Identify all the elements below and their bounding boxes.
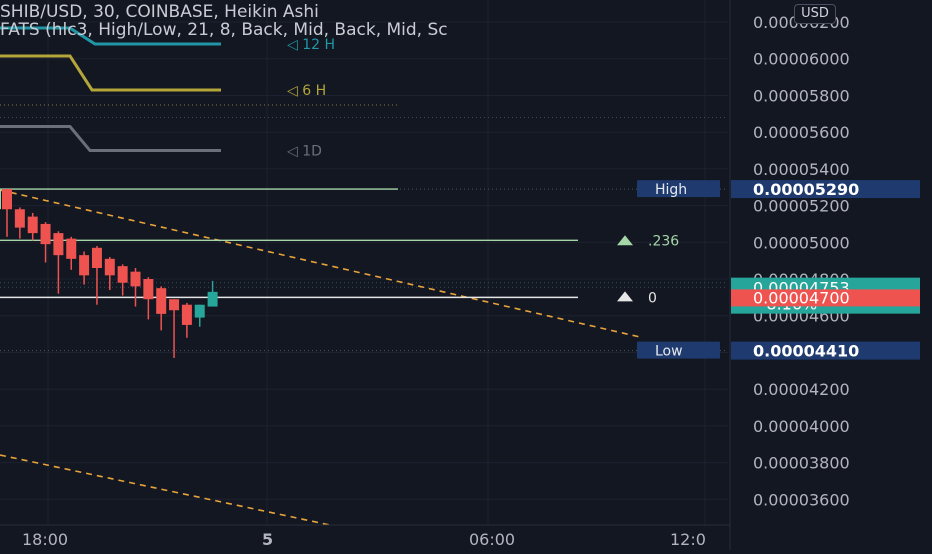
time-tick-label: 06:00 — [469, 530, 515, 549]
price-tick-label: 0.00004000 — [753, 417, 850, 436]
level-label-6h: ◁ 6 H — [287, 83, 326, 99]
candle-body — [104, 258, 115, 276]
low-tag-label: Low — [655, 344, 683, 360]
time-tick-label: 18:00 — [22, 530, 68, 549]
price-tick-label: 0.00005200 — [753, 197, 850, 216]
candle-body — [169, 299, 180, 311]
price-tick-label: 0.00003600 — [753, 490, 850, 509]
indicator-legend[interactable]: FATS (hlc3, High/Low, 21, 8, Back, Mid, … — [0, 20, 728, 40]
price-tick-label: 0.00005000 — [753, 233, 850, 252]
candle-body — [143, 279, 154, 300]
price-tick-label: 0.00005600 — [753, 123, 850, 142]
symbol-title: SHIB/USD, 30, COINBASE, Heikin Ashi — [0, 2, 319, 22]
time-tick-label: 12:0 — [670, 530, 706, 549]
currency-button[interactable]: USD — [794, 4, 836, 24]
candle-body — [117, 266, 128, 283]
price-tick-label: 0.00005800 — [753, 86, 850, 105]
high-tag-label: High — [655, 182, 687, 198]
fib-236-label: .236 — [648, 233, 679, 249]
price-tick-label: 0.00003800 — [753, 454, 850, 473]
candle-body — [27, 216, 38, 234]
price-tick-label: 0.00005400 — [753, 160, 850, 179]
fib-zero-label: 0 — [648, 290, 657, 306]
candle-body — [91, 247, 102, 269]
price-tick-label: 0.00006000 — [753, 50, 850, 69]
chart-window: ◁ 12 H◁ 6 H◁ 1D.23600.000062000.00006000… — [0, 0, 932, 550]
candle-body — [207, 291, 218, 307]
candle-body — [130, 271, 141, 287]
candle-body — [40, 223, 51, 245]
candle-body — [156, 288, 167, 314]
candle-body — [181, 304, 192, 325]
candle-body — [79, 255, 90, 276]
high-price-label: 0.00005290 — [753, 180, 859, 199]
price-tick-label: 0.00004200 — [753, 380, 850, 399]
level-label-1d: ◁ 1D — [287, 144, 322, 160]
candle-body — [53, 233, 64, 256]
low-price-label: 0.00004410 — [753, 342, 859, 361]
candle-body — [194, 304, 205, 318]
candle-body — [2, 189, 12, 210]
price-chart[interactable]: ◁ 12 H◁ 6 H◁ 1D.23600.000062000.00006000… — [0, 0, 932, 550]
time-tick-label: 5 — [262, 530, 273, 549]
candle-body — [14, 209, 25, 228]
candle-body — [66, 238, 77, 259]
close-level-label: 0.00004700 — [753, 288, 850, 307]
